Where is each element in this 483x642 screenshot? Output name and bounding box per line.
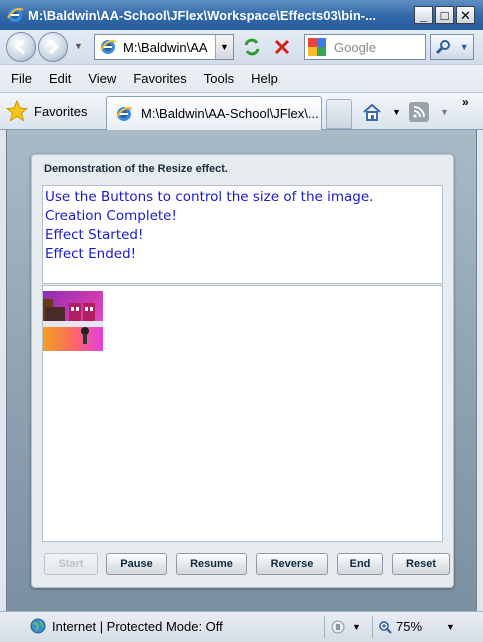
maximize-button[interactable]: □ — [435, 6, 454, 24]
ie-tab-icon — [116, 106, 133, 121]
recent-pages-dropdown[interactable]: ▼ — [74, 41, 83, 51]
more-commands-chevron-icon[interactable]: » — [462, 95, 469, 109]
home-button[interactable] — [362, 102, 382, 127]
ie-logo-icon — [7, 8, 24, 22]
favorites-button[interactable]: Favorites — [6, 100, 87, 122]
zoom-dropdown-icon[interactable]: ▼ — [446, 622, 455, 632]
security-icon — [331, 620, 345, 634]
search-box[interactable]: Google — [304, 34, 426, 60]
rss-dropdown-icon[interactable]: ▼ — [440, 107, 449, 117]
menu-view[interactable]: View — [88, 71, 116, 86]
stop-icon — [274, 39, 290, 55]
new-tab-button[interactable] — [326, 99, 352, 129]
rss-icon — [413, 106, 425, 118]
address-input[interactable]: M:\Baldwin\AA — [123, 40, 213, 55]
security-zone[interactable]: Internet | Protected Mode: Off — [30, 618, 223, 634]
navigation-bar: ▼ M:\Baldwin\AA ▼ Google ▼ — [0, 30, 483, 64]
forward-button[interactable] — [38, 32, 68, 62]
refresh-icon — [244, 38, 260, 56]
resize-image — [43, 291, 103, 351]
stop-button[interactable] — [270, 36, 294, 58]
search-button[interactable]: ▼ — [430, 34, 474, 60]
flex-panel: Demonstration of the Resize effect. Use … — [31, 154, 454, 588]
log-line: Effect Started! — [45, 227, 144, 243]
zoom-icon — [379, 620, 392, 634]
google-icon — [308, 38, 326, 56]
star-icon — [6, 100, 28, 122]
back-button[interactable] — [6, 32, 36, 62]
rss-feed-icon[interactable] — [409, 102, 429, 122]
start-button[interactable]: Start — [44, 553, 98, 575]
menu-tools[interactable]: Tools — [204, 71, 234, 86]
page-content: Demonstration of the Resize effect. Use … — [6, 130, 477, 611]
zone-label: Internet | Protected Mode: Off — [52, 618, 223, 634]
ie-page-icon — [100, 40, 117, 54]
title-bar: M:\Baldwin\AA-School\JFlex\Workspace\Eff… — [0, 0, 483, 30]
status-bar: Internet | Protected Mode: Off ▼ 75% ▼ — [0, 611, 483, 642]
tab-label: M:\Baldwin\AA-School\JFlex\... — [141, 106, 319, 121]
menu-bar: File Edit View Favorites Tools Help — [0, 64, 483, 92]
refresh-button[interactable] — [240, 36, 264, 58]
status-separator — [372, 616, 373, 638]
favorites-label: Favorites — [34, 103, 88, 119]
resume-button[interactable]: Resume — [176, 553, 247, 575]
panel-title: Demonstration of the Resize effect. — [44, 163, 228, 175]
log-line: Creation Complete! — [45, 208, 177, 224]
address-dropdown-icon[interactable]: ▼ — [215, 35, 233, 59]
home-icon — [363, 103, 381, 121]
image-canvas — [42, 285, 443, 542]
zoom-level: 75% — [396, 619, 423, 634]
end-button[interactable]: End — [337, 553, 383, 575]
menu-edit[interactable]: Edit — [49, 71, 71, 86]
resize-image-graphic — [43, 291, 103, 351]
reset-button[interactable]: Reset — [392, 553, 450, 575]
pause-button[interactable]: Pause — [106, 553, 167, 575]
favorites-bar: Favorites M:\Baldwin\AA-School\JFlex\...… — [0, 92, 483, 130]
security-dropdown-icon: ▼ — [352, 622, 361, 632]
globe-icon — [30, 618, 46, 634]
protected-mode-button[interactable]: ▼ — [330, 619, 361, 635]
log-textarea[interactable]: Use the Buttons to control the size of t… — [42, 185, 443, 284]
menu-file[interactable]: File — [11, 71, 32, 86]
minimize-button[interactable]: _ — [414, 6, 433, 24]
close-button[interactable]: ✕ — [456, 6, 475, 24]
log-line: Use the Buttons to control the size of t… — [45, 189, 374, 205]
tab-current[interactable]: M:\Baldwin\AA-School\JFlex\... — [106, 96, 322, 130]
control-buttons: Start Pause Resume Reverse End Reset — [42, 553, 450, 575]
forward-arrow-icon — [49, 39, 60, 55]
address-bar[interactable]: M:\Baldwin\AA ▼ — [94, 34, 234, 60]
search-options-dropdown[interactable]: ▼ — [460, 42, 469, 52]
menu-favorites[interactable]: Favorites — [133, 71, 186, 86]
back-arrow-icon — [14, 39, 25, 55]
window-title: M:\Baldwin\AA-School\JFlex\Workspace\Eff… — [28, 7, 376, 23]
search-input[interactable]: Google — [334, 40, 376, 55]
menu-help[interactable]: Help — [251, 71, 278, 86]
home-dropdown-icon[interactable]: ▼ — [392, 107, 401, 117]
zoom-control[interactable]: 75% ▼ — [378, 619, 455, 634]
status-separator — [324, 616, 325, 638]
reverse-button[interactable]: Reverse — [256, 553, 328, 575]
search-icon — [436, 40, 451, 55]
log-line: Effect Ended! — [45, 246, 137, 262]
